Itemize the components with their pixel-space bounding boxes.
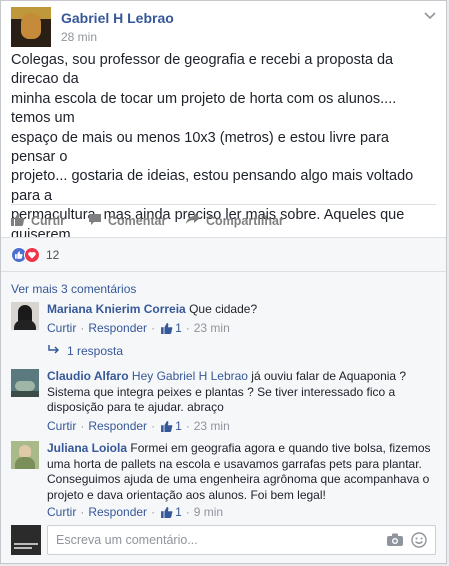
comment-like-link[interactable]: Curtir <box>47 419 76 433</box>
comment-meta: Curtir · Responder · 1 · 23 min <box>47 321 230 335</box>
commenter-name[interactable]: Juliana Loiola <box>47 441 127 455</box>
comment-time[interactable]: 9 min <box>194 505 223 519</box>
like-label: Curtir <box>31 214 66 228</box>
comment-meta: Curtir · Responder · 1 · 23 min <box>47 419 230 433</box>
thumbs-up-icon <box>161 322 173 334</box>
emoji-icon[interactable] <box>411 532 427 553</box>
chevron-down-icon[interactable] <box>424 9 436 23</box>
reactions-summary[interactable]: 12 <box>11 247 59 263</box>
reply-arrow-icon <box>47 344 60 358</box>
comment-text: Que cidade? <box>189 302 258 316</box>
view-replies-link[interactable]: 1 resposta <box>47 344 123 358</box>
post-actions: Curtir Comentar Compartilhar <box>11 213 436 233</box>
comment-like-count[interactable]: 1 <box>175 419 182 433</box>
divider <box>1 237 446 238</box>
thumbs-up-icon <box>161 506 173 518</box>
comment-like-count[interactable]: 1 <box>175 321 182 335</box>
comment-label: Comentar <box>108 214 167 228</box>
comment-composer: Escreva um comentário... <box>11 525 436 555</box>
avatar[interactable] <box>11 369 39 397</box>
replies-label: 1 resposta <box>67 344 124 358</box>
comment-meta: Curtir · Responder · 1 · 9 min <box>47 505 224 519</box>
avatar[interactable] <box>11 302 39 330</box>
comment-icon <box>88 213 108 229</box>
thumbs-up-icon <box>161 420 173 432</box>
author-name[interactable]: Gabriel H Lebrao <box>61 10 174 26</box>
love-icon <box>24 247 40 263</box>
comment-reply-link[interactable]: Responder <box>88 419 147 433</box>
comment-item: Claudio Alfaro Hey Gabriel H Lebrao já o… <box>11 369 436 433</box>
post-timestamp[interactable]: 28 min <box>61 30 97 44</box>
avatar <box>11 525 41 555</box>
comment-like-count[interactable]: 1 <box>175 505 182 519</box>
post-header: Gabriel H Lebrao 28 min <box>11 7 436 47</box>
comment-time[interactable]: 23 min <box>194 419 230 433</box>
reaction-count: 12 <box>46 248 60 262</box>
avatar[interactable] <box>11 441 39 469</box>
author-avatar[interactable] <box>11 7 51 47</box>
commenter-name[interactable]: Mariana Knierim Correia <box>47 302 186 316</box>
share-label: Compartilhar <box>206 213 284 228</box>
comment-time[interactable]: 23 min <box>194 321 230 335</box>
comment-reply-link[interactable]: Responder <box>88 505 147 519</box>
divider <box>1 271 446 272</box>
commenter-name[interactable]: Claudio Alfaro <box>47 369 129 383</box>
comment-item: Juliana Loiola Formei em geografia agora… <box>11 441 436 521</box>
divider <box>11 204 436 205</box>
comment-button[interactable]: Comentar <box>88 213 166 229</box>
comment-placeholder: Escreva um comentário... <box>56 533 198 547</box>
comment-reply-link[interactable]: Responder <box>88 321 147 335</box>
comment-like-link[interactable]: Curtir <box>47 505 76 519</box>
share-button[interactable]: Compartilhar <box>186 213 284 228</box>
post-card: Gabriel H Lebrao 28 min Colegas, sou pro… <box>0 0 447 564</box>
comment-item: Mariana Knierim Correia Que cidade? Curt… <box>11 302 436 342</box>
camera-icon[interactable] <box>387 533 403 551</box>
comment-like-link[interactable]: Curtir <box>47 321 76 335</box>
thumbs-up-icon <box>11 213 31 229</box>
like-button[interactable]: Curtir <box>11 213 65 229</box>
comment-input[interactable]: Escreva um comentário... <box>47 525 436 555</box>
share-icon <box>186 213 206 228</box>
view-more-comments-link[interactable]: Ver mais 3 comentários <box>11 282 136 296</box>
comment-mention[interactable]: Hey Gabriel H Lebrao <box>132 369 248 383</box>
